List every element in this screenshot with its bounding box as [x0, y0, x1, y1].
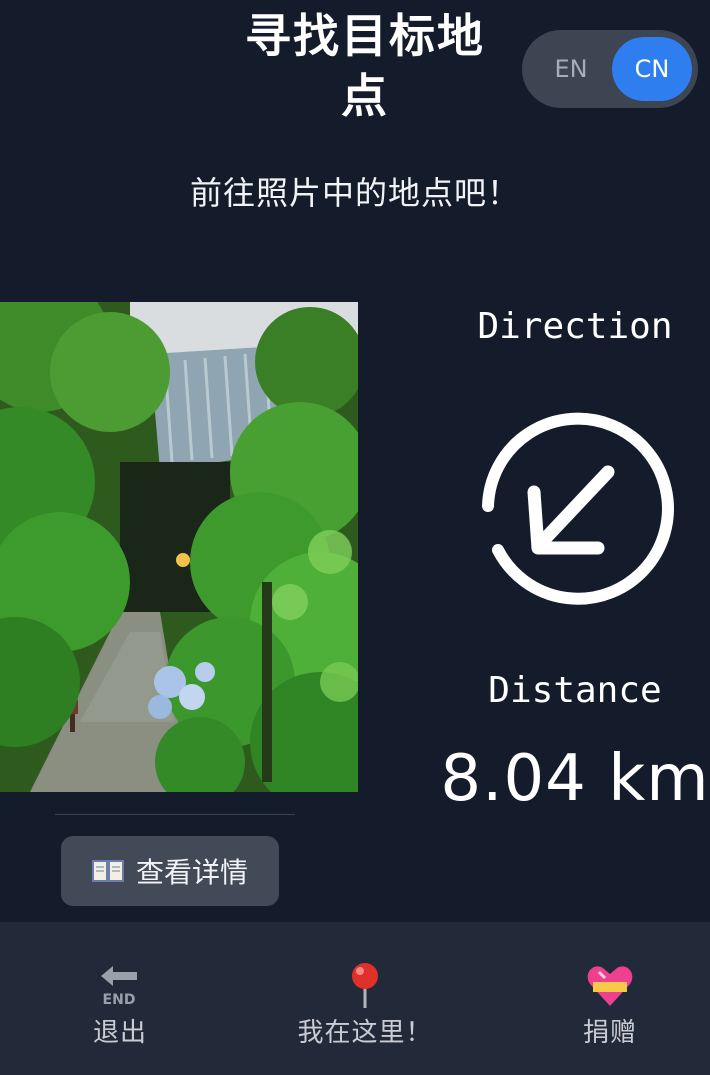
end-arrow-icon: END [0, 960, 240, 1010]
bottom-navigation: END 退出 我在这里！ 捐赠 [0, 922, 710, 1075]
target-photo [0, 302, 358, 792]
end-icon-text: END [103, 992, 136, 1008]
direction-label: Direction [477, 306, 673, 347]
view-details-label: 查看详情 [135, 856, 248, 889]
page-subtitle: 前往照片中的地点吧！ [189, 174, 520, 212]
language-en-option[interactable]: EN [542, 30, 600, 108]
distance-value: 8.04 km [440, 742, 710, 816]
divider [55, 814, 295, 815]
nav-i-am-here[interactable]: 我在这里！ [245, 922, 485, 1075]
arrow-down-left-icon [482, 412, 674, 605]
nav-donate[interactable]: 捐赠 [490, 922, 710, 1075]
distance-label: Distance [488, 670, 662, 711]
page-title: 寻找目标地点 [245, 9, 485, 123]
language-cn-option[interactable]: CN [612, 37, 692, 101]
book-icon [91, 858, 124, 884]
nav-exit[interactable]: END 退出 [0, 922, 240, 1075]
nav-i-am-here-label: 我在这里！ [297, 1018, 433, 1048]
heart-icon [490, 960, 710, 1010]
nav-exit-label: 退出 [92, 1018, 147, 1048]
language-toggle[interactable]: EN CN [522, 30, 698, 108]
direction-compass [470, 410, 678, 618]
nav-donate-label: 捐赠 [582, 1018, 637, 1048]
view-details-button[interactable]: 查看详情 [61, 836, 279, 906]
red-pin-icon [245, 960, 485, 1010]
